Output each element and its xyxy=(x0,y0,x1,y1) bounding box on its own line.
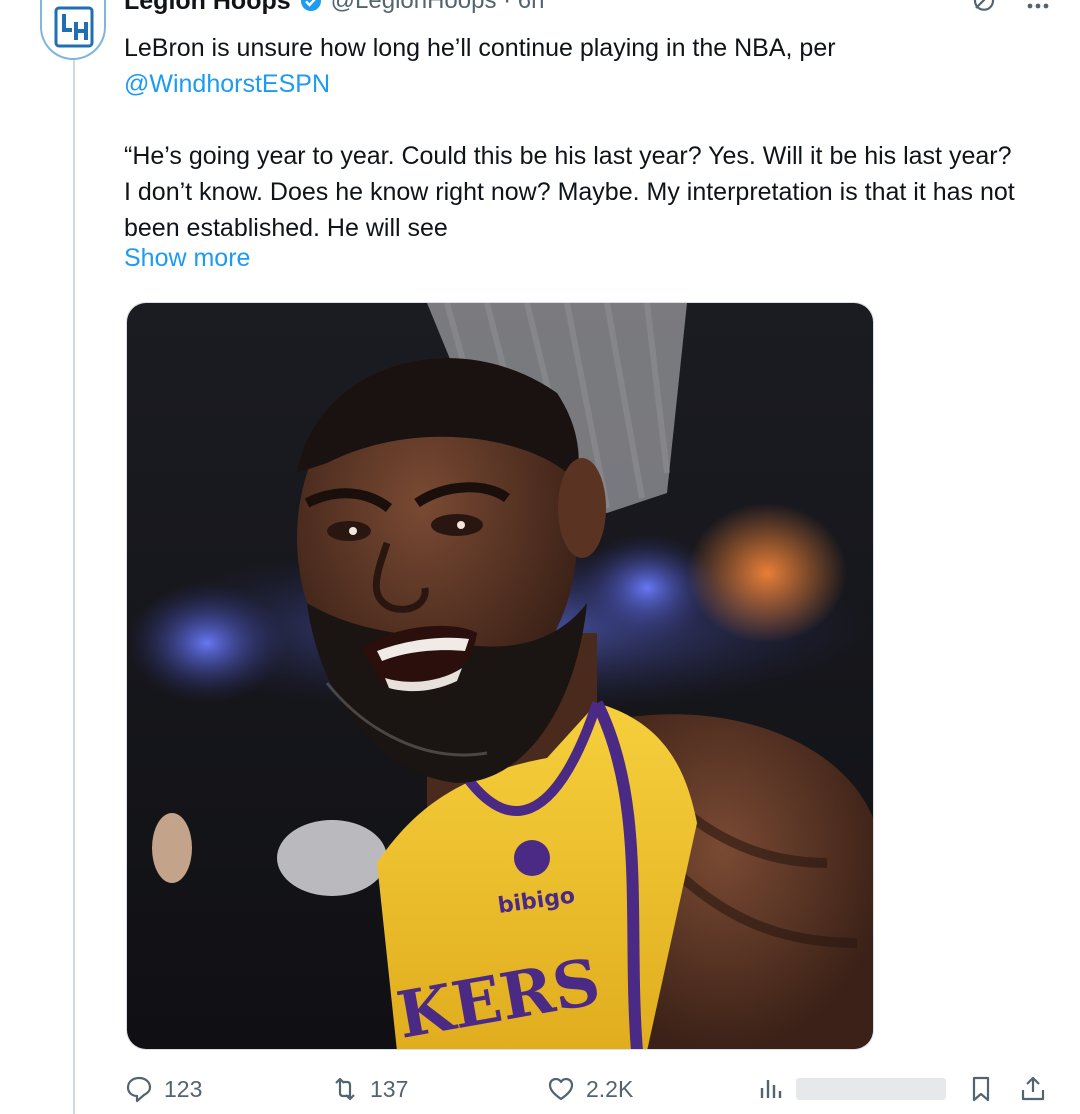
heart-icon xyxy=(548,1077,574,1101)
retweet-button[interactable]: 137 xyxy=(330,1074,408,1104)
retweet-count: 137 xyxy=(370,1075,409,1102)
views-count-obscured xyxy=(796,1078,946,1100)
tweet-photo[interactable]: bibigo KERS xyxy=(126,302,874,1050)
reply-icon xyxy=(126,1076,152,1103)
tweet-text-line: LeBron is unsure how long he’ll continue… xyxy=(124,34,836,62)
photo-lebron-james-lakers-jersey: bibigo KERS xyxy=(127,303,873,1049)
avatar[interactable] xyxy=(40,0,106,60)
verified-badge-icon xyxy=(299,0,323,13)
tweet-top-actions xyxy=(970,0,1052,14)
handle[interactable]: @LegionHoops · 6h xyxy=(331,0,545,15)
bookmark-button[interactable] xyxy=(966,1074,996,1104)
tweet-quote: “He’s going year to year. Could this be … xyxy=(124,142,1015,242)
tweet-header: Legion Hoops @LegionHoops · 6h xyxy=(124,0,545,18)
bookmark-icon xyxy=(972,1076,990,1102)
share-icon xyxy=(1021,1076,1045,1101)
retweet-icon xyxy=(335,1077,355,1101)
like-button[interactable]: 2.2K xyxy=(546,1074,633,1104)
like-count: 2.2K xyxy=(586,1075,634,1102)
share-button[interactable] xyxy=(1018,1074,1048,1104)
thread-line xyxy=(73,60,75,1114)
grok-icon[interactable] xyxy=(970,0,998,14)
views-icon xyxy=(760,1080,782,1098)
legion-hoops-logo-icon xyxy=(54,6,94,48)
tweet-card[interactable]: Legion Hoops @LegionHoops · 6h LeBron is… xyxy=(0,0,1080,1114)
mention-link[interactable]: @WindhorstESPN xyxy=(124,70,330,98)
reply-count: 123 xyxy=(164,1075,203,1102)
tweet-actions: 123 137 2.2K xyxy=(124,1074,1054,1114)
reply-button[interactable]: 123 xyxy=(124,1074,202,1104)
more-options-icon[interactable] xyxy=(1024,0,1052,14)
views-button[interactable] xyxy=(756,1074,946,1104)
tweet-text: LeBron is unsure how long he’ll continue… xyxy=(124,30,1024,246)
show-more-link[interactable]: Show more xyxy=(124,244,250,273)
display-name[interactable]: Legion Hoops xyxy=(124,0,291,16)
